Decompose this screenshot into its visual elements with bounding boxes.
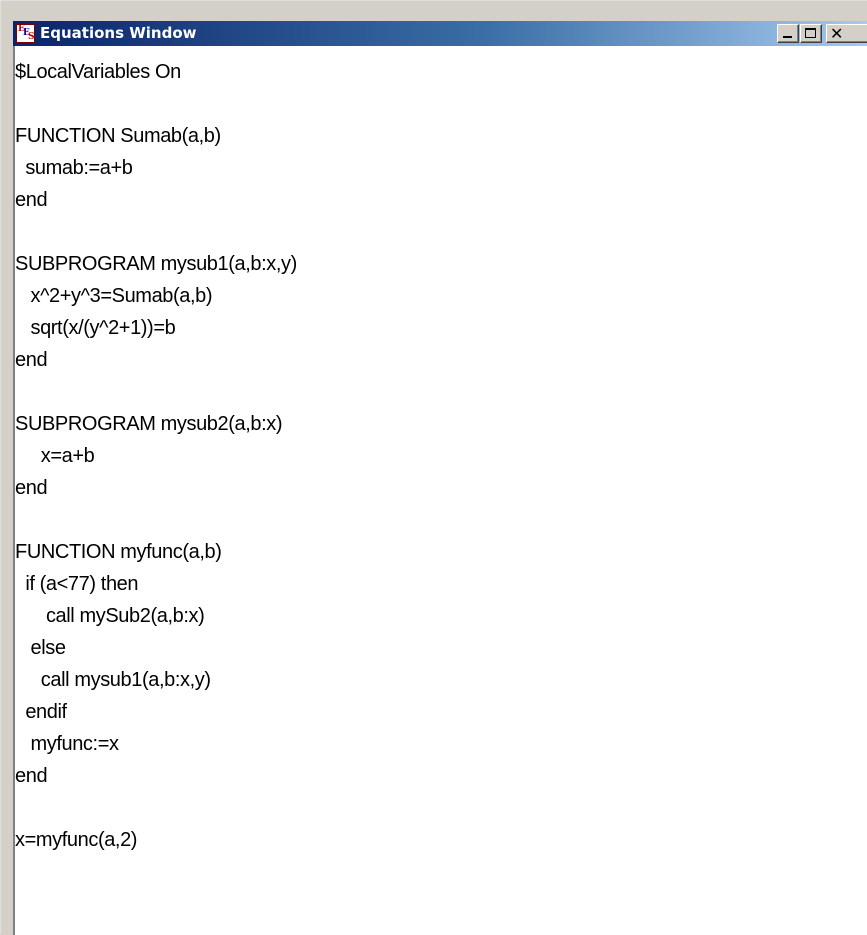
code-line-16: FUNCTION myfunc(a,b)	[15, 541, 222, 563]
code-line-3: FUNCTION Sumab(a,b)	[15, 125, 221, 147]
code-line-25: x=myfunc(a,2)	[15, 829, 138, 851]
code-line-14: end	[15, 477, 48, 499]
code-line-4: sumab:=a+b	[15, 157, 133, 179]
code-line-10: end	[15, 349, 48, 371]
code-line-20: call mysub1(a,b:x,y)	[15, 669, 211, 691]
code-line-1: $LocalVariables On	[15, 61, 181, 83]
code-line-18: call mySub2(a,b:x)	[15, 605, 205, 627]
minimize-button[interactable]	[777, 24, 799, 43]
code-line-21: endif	[15, 701, 67, 723]
close-icon: ✕	[830, 24, 844, 43]
code-line-12: SUBPROGRAM mysub2(a,b:x)	[15, 413, 283, 435]
minimize-icon	[783, 36, 792, 38]
code-line-23: end	[15, 765, 48, 787]
equations-editor[interactable]: $LocalVariables On FUNCTION Sumab(a,b) s…	[13, 46, 867, 935]
maximize-button[interactable]	[800, 24, 822, 43]
code-line-17: if (a<77) then	[15, 573, 139, 595]
window-title: Equations Window	[40, 24, 197, 42]
code-line-5: end	[15, 189, 48, 211]
title-bar[interactable]: EES Equations Window ✕	[13, 21, 867, 46]
close-button[interactable]: ✕	[826, 24, 867, 43]
code-line-9: sqrt(x/(y^2+1))=b	[15, 317, 176, 339]
equations-window: EES Equations Window ✕ $LocalVariables O…	[0, 0, 867, 935]
code-line-7: SUBPROGRAM mysub1(a,b:x,y)	[15, 253, 297, 275]
code-line-13: x=a+b	[15, 445, 95, 467]
maximize-icon	[805, 28, 816, 38]
code-line-8: x^2+y^3=Sumab(a,b)	[15, 285, 213, 307]
code-line-19: else	[15, 637, 66, 659]
ees-app-icon[interactable]: EES	[16, 24, 35, 43]
code-line-22: myfunc:=x	[15, 733, 119, 755]
